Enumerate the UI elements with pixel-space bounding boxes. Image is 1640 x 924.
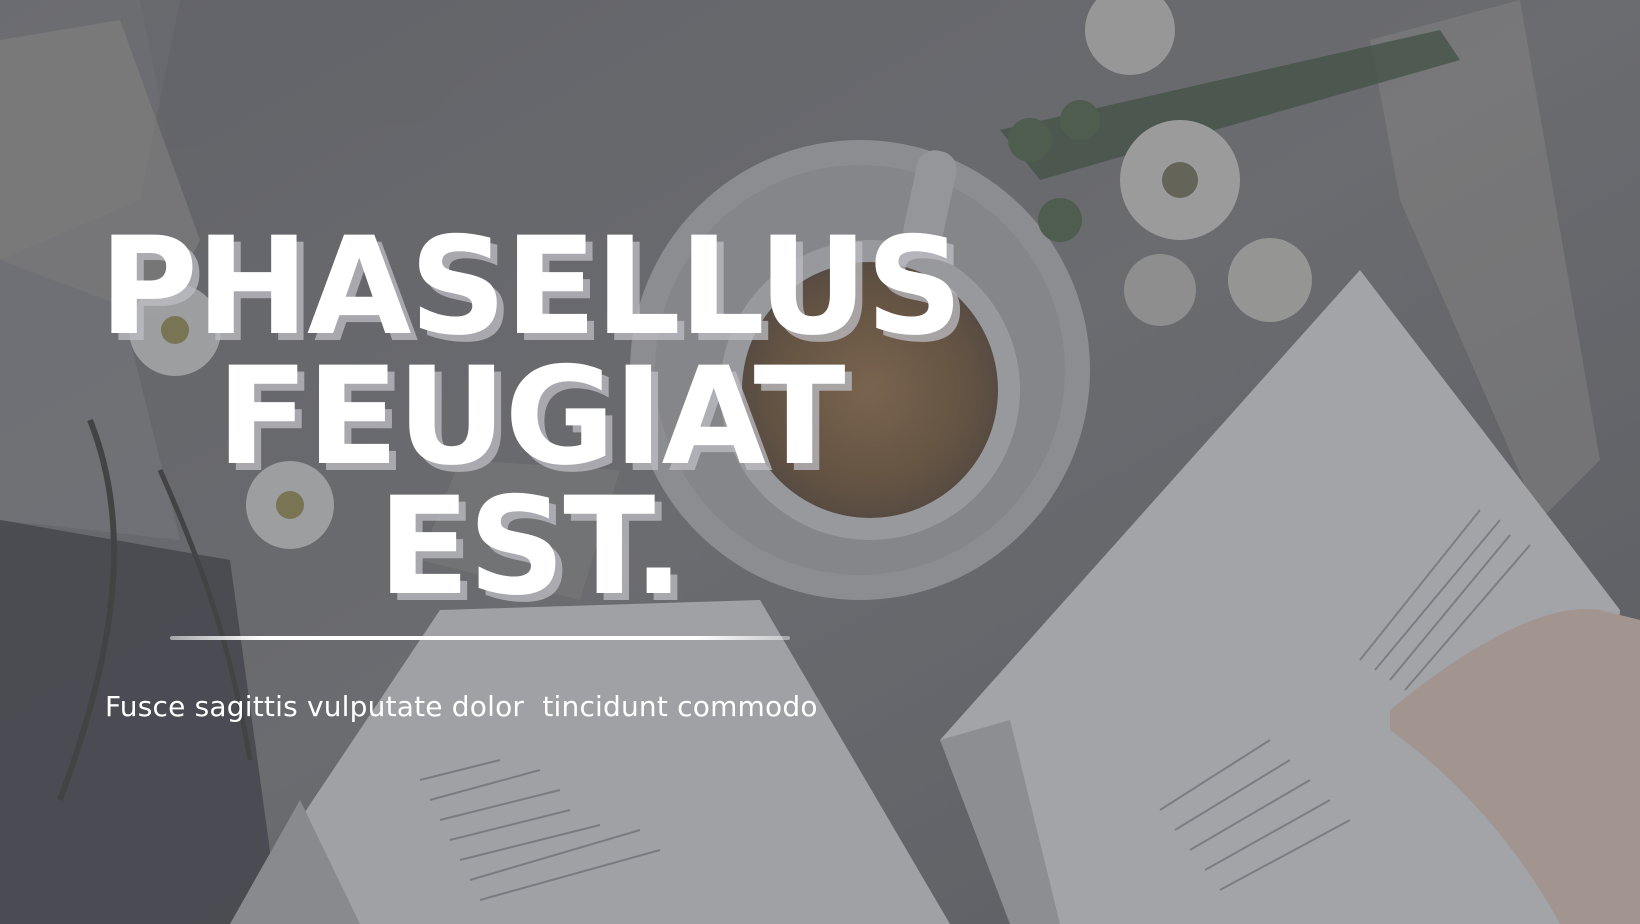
hero-title-line-1: PHASELLUS [99, 208, 963, 365]
divider-line [170, 636, 790, 640]
hero-title-line-2: FEUGIAT [216, 338, 845, 495]
hero-title: PHASELLUS FEUGIAT EST. [30, 208, 1030, 625]
hero-title-line-3: EST. [377, 468, 684, 625]
hero-subtitle: Fusce sagittis vulputate dolor tincidunt… [105, 690, 818, 723]
